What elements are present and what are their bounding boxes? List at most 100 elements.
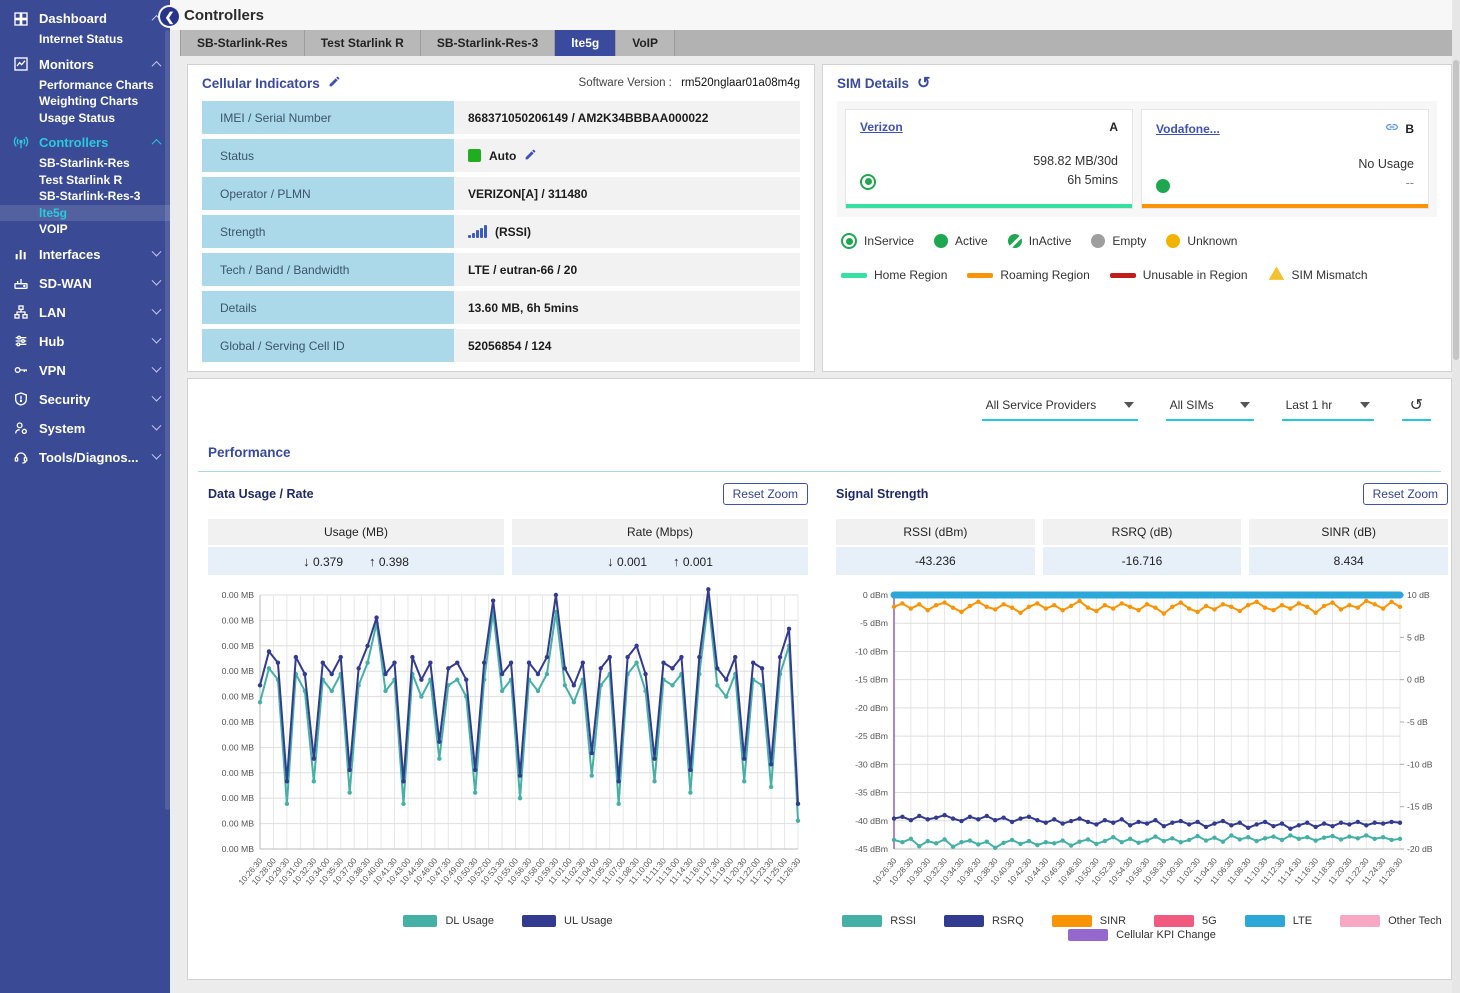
inactive-icon — [1008, 234, 1022, 248]
indicator-label: Operator / PLMN — [202, 177, 454, 210]
sidebar-item-vpn[interactable]: VPN — [0, 358, 170, 383]
indicator-value: VERIZON[A] / 311480 — [454, 177, 800, 210]
svg-text:0.00 MB: 0.00 MB — [222, 768, 255, 778]
sims-select[interactable]: All SIMs — [1166, 398, 1254, 421]
svg-text:0.00 MB: 0.00 MB — [222, 819, 255, 829]
sim-a-name-link[interactable]: Verizon — [860, 120, 903, 134]
sidebar-item-test-starlink-r[interactable]: Test Starlink R — [0, 172, 170, 189]
sidebar-item-voip[interactable]: VOIP — [0, 221, 170, 238]
sim-b-name-link[interactable]: Vodafone... — [1156, 122, 1220, 136]
tab-voip[interactable]: VoIP — [616, 30, 675, 56]
page-scrollbar[interactable] — [1452, 0, 1460, 993]
sidebar-item-system[interactable]: System — [0, 416, 170, 441]
sidebar-item-tools-diagnos-[interactable]: Tools/Diagnos... — [0, 445, 170, 470]
cellular-indicators-panel: Cellular Indicators Software Version : r… — [187, 64, 815, 372]
svg-text:0.00 MB: 0.00 MB — [222, 793, 255, 803]
legend-label: Active — [955, 234, 988, 248]
unknown-icon — [1166, 234, 1180, 248]
indicator-label: Global / Serving Cell ID — [202, 329, 454, 362]
sidebar-item-internet-status[interactable]: Internet Status — [0, 31, 170, 48]
inservice-icon — [841, 233, 857, 249]
indicator-text-value: 13.60 MB, 6h 5mins — [468, 301, 579, 315]
rate-up-value: 0.001 — [683, 555, 713, 569]
sidebar-nav: DashboardInternet Status MonitorsPerforma… — [0, 0, 170, 993]
legend-label: Roaming Region — [1000, 268, 1089, 282]
chevron-down-icon — [152, 275, 162, 285]
edit-pencil-icon[interactable] — [328, 75, 341, 91]
legend-item-inactive: InActive — [1008, 234, 1072, 248]
sim-b-usage: No Usage — [1358, 155, 1414, 174]
tab-test-starlink-r[interactable]: Test Starlink R — [305, 30, 421, 56]
sdwan-icon — [8, 275, 34, 291]
legend-item-other-tech: Other Tech — [1340, 915, 1442, 927]
chevron-down-icon — [1124, 402, 1134, 408]
sidebar-item-weighting-charts[interactable]: Weighting Charts — [0, 93, 170, 110]
sidebar-item-monitors[interactable]: Monitors — [0, 52, 170, 77]
svg-text:5 dB: 5 dB — [1407, 632, 1425, 642]
indicator-value: 13.60 MB, 6h 5mins — [454, 291, 800, 324]
time-range-select[interactable]: Last 1 hr — [1282, 398, 1374, 421]
sidebar-item-sd-wan[interactable]: SD-WAN — [0, 271, 170, 296]
legend-item-empty: Empty — [1091, 234, 1146, 248]
legend-item-sinr: SINR — [1052, 915, 1126, 927]
signal-strength-title: Signal Strength — [836, 487, 928, 501]
indicator-row: Tech / Band / BandwidthLTE / eutran-66 /… — [202, 253, 800, 286]
sim-a-duration: 6h 5mins — [1033, 171, 1118, 190]
tab-sb-starlink-res-3[interactable]: SB-Starlink-Res-3 — [421, 30, 555, 56]
sidebar-section-label: Security — [34, 392, 153, 407]
sim-card-a[interactable]: Verizon A 598.82 MB/30d 6h 5mins — [845, 109, 1133, 209]
indicator-label: IMEI / Serial Number — [202, 101, 454, 134]
indicator-row: Global / Serving Cell ID52056854 / 124 — [202, 329, 800, 362]
sidebar-item-lte5g[interactable]: lte5g — [0, 205, 170, 222]
tab-lte5g[interactable]: lte5g — [555, 30, 616, 56]
legend-item-rsrq: RSRQ — [944, 915, 1024, 927]
svg-text:-5 dB: -5 dB — [1407, 717, 1428, 727]
rssi-stat: RSSI (dBm) -43.236 — [836, 519, 1035, 575]
signal-reset-zoom-button[interactable]: Reset Zoom — [1363, 483, 1448, 505]
empty-icon — [1091, 234, 1105, 248]
svg-text:-40 dBm: -40 dBm — [855, 816, 888, 826]
sidebar-item-sb-starlink-res[interactable]: SB-Starlink-Res — [0, 155, 170, 172]
sidebar-item-security[interactable]: Security — [0, 387, 170, 412]
sidebar-section-label: Tools/Diagnos... — [34, 450, 153, 465]
sidebar-item-dashboard[interactable]: Dashboard — [0, 6, 170, 31]
sidebar-item-performance-charts[interactable]: Performance Charts — [0, 77, 170, 94]
sidebar-item-lan[interactable]: LAN — [0, 300, 170, 325]
tab-sb-starlink-res[interactable]: SB-Starlink-Res — [180, 30, 305, 56]
rate-down-value: 0.001 — [617, 555, 647, 569]
signal-legend-row2: Cellular KPI Change — [836, 929, 1448, 941]
indicator-text-value: LTE / eutran-66 / 20 — [468, 263, 577, 277]
edit-pencil-icon[interactable] — [524, 148, 537, 164]
sim-region-legend: Home RegionRoaming RegionUnusable in Reg… — [837, 265, 1437, 285]
sim-refresh-icon[interactable]: ↺ — [917, 76, 930, 92]
svg-text:0.00 MB: 0.00 MB — [222, 692, 255, 702]
sidebar-scrollbar[interactable] — [165, 30, 170, 810]
legend-item-lte: LTE — [1245, 915, 1312, 927]
data-usage-reset-zoom-button[interactable]: Reset Zoom — [723, 483, 808, 505]
charts-refresh-icon[interactable]: ↺ — [1402, 395, 1431, 421]
data-usage-chart[interactable]: 10:26:3010:28:0010:29:3010:31:0010:32:30… — [208, 583, 808, 913]
service-provider-select[interactable]: All Service Providers — [982, 398, 1138, 421]
sidebar-collapse-button[interactable]: ❮ — [160, 7, 179, 26]
svg-text:0.00 MB: 0.00 MB — [222, 615, 255, 625]
sim-card-b[interactable]: Vodafone... B No Usage -- — [1141, 109, 1429, 209]
indicator-row: Operator / PLMNVERIZON[A] / 311480 — [202, 177, 800, 210]
indicator-value: LTE / eutran-66 / 20 — [454, 253, 800, 286]
rsrq-stat-header: RSRQ (dB) — [1043, 519, 1242, 545]
active-icon — [934, 234, 948, 248]
performance-panel: All Service Providers All SIMs Last 1 hr… — [187, 378, 1452, 980]
legend-item-dl-usage: DL Usage — [403, 915, 494, 927]
sidebar-item-controllers[interactable]: Controllers — [0, 130, 170, 155]
signal-strength-chart[interactable]: 10:26:3010:28:3010:30:3010:32:3010:34:30… — [836, 583, 1448, 913]
svg-text:0.00 MB: 0.00 MB — [222, 641, 255, 651]
sidebar-section-label: LAN — [34, 305, 153, 320]
sidebar-section-label: Hub — [34, 334, 153, 349]
sidebar-item-usage-status[interactable]: Usage Status — [0, 110, 170, 127]
sim-details-panel: SIM Details ↺ Verizon A 598.82 MB/30d 6h… — [822, 64, 1452, 372]
sidebar-item-interfaces[interactable]: Interfaces — [0, 242, 170, 267]
link-icon — [1385, 120, 1399, 137]
legend-item-home-region: Home Region — [841, 268, 947, 282]
sidebar-item-hub[interactable]: Hub — [0, 329, 170, 354]
sidebar-item-sb-starlink-res-3[interactable]: SB-Starlink-Res-3 — [0, 188, 170, 205]
hub-icon — [8, 333, 34, 349]
